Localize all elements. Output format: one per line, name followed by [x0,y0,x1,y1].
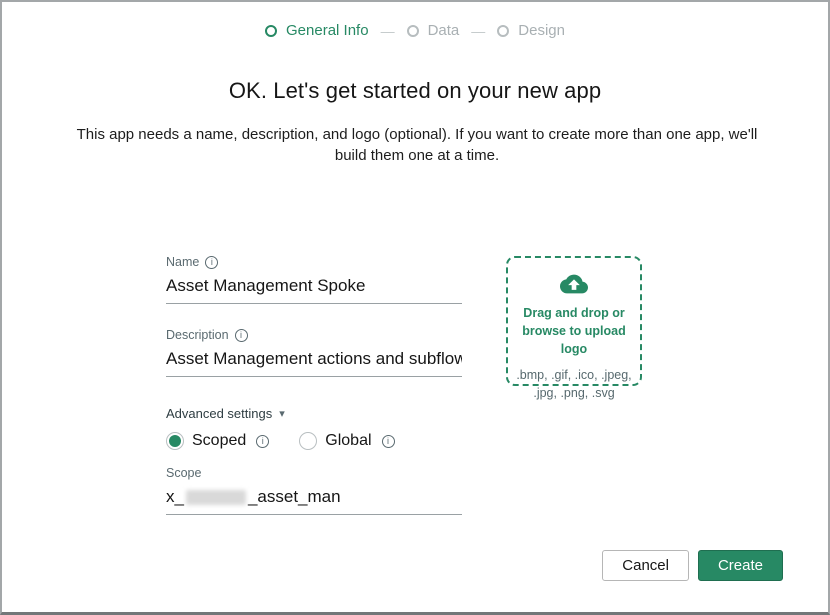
radio-unselected-icon [299,432,317,450]
footer-actions: Cancel Create [602,550,783,581]
scope-field-label: Scope [166,466,201,480]
name-input[interactable] [166,271,462,304]
page-subtitle: This app needs a name, description, and … [67,125,767,166]
name-field-group: Name i [166,255,462,304]
scope-field-group: Scope x_ _asset_man [166,466,462,515]
info-icon[interactable]: i [256,435,269,448]
upload-formats-line1: .bmp, .gif, .ico, .jpeg, [508,367,640,385]
step-circle-icon [265,25,277,37]
name-field-label: Name [166,255,199,269]
step-label: General Info [286,22,369,39]
description-input[interactable] [166,344,462,377]
caret-down-icon: ▾ [279,407,285,420]
description-field-label: Description [166,328,229,342]
app-scope-radio-group: Scoped i Global i [166,432,395,450]
scope-value-prefix: x_ [166,487,184,507]
radio-global-label: Global [325,432,371,450]
radio-selected-icon [166,432,184,450]
radio-global[interactable]: Global i [299,432,394,450]
scope-value-suffix: _asset_man [248,487,341,507]
advanced-settings-toggle[interactable]: Advanced settings ▾ [166,406,285,421]
step-separator: — [381,23,395,39]
description-field-group: Description i [166,328,462,377]
step-data[interactable]: Data [407,22,460,39]
cancel-button[interactable]: Cancel [602,550,689,581]
info-icon[interactable]: i [382,435,395,448]
radio-scoped[interactable]: Scoped i [166,432,269,450]
info-icon[interactable]: i [205,256,218,269]
wizard-stepper: General Info — Data — Design [2,22,828,39]
page-title: OK. Let's get started on your new app [2,78,828,104]
new-app-wizard-dialog: General Info — Data — Design OK. Let's g… [0,0,830,615]
scope-input[interactable]: x_ _asset_man [166,482,462,515]
upload-cloud-icon [560,273,588,295]
step-label: Design [518,22,565,39]
step-circle-icon [497,25,509,37]
upload-instruction-line1: Drag and drop or [508,304,640,322]
logo-upload-dropzone[interactable]: Drag and drop or browse to upload logo .… [506,256,642,386]
step-separator: — [471,23,485,39]
create-button[interactable]: Create [698,550,783,581]
upload-instruction-line2: browse to upload logo [508,322,640,358]
advanced-settings-label: Advanced settings [166,406,272,421]
step-circle-icon [407,25,419,37]
step-general-info[interactable]: General Info [265,22,369,39]
step-label: Data [428,22,460,39]
upload-formats-line2: .jpg, .png, .svg [508,385,640,403]
redacted-scope-segment [186,490,246,505]
step-design[interactable]: Design [497,22,565,39]
info-icon[interactable]: i [235,329,248,342]
radio-scoped-label: Scoped [192,432,246,450]
